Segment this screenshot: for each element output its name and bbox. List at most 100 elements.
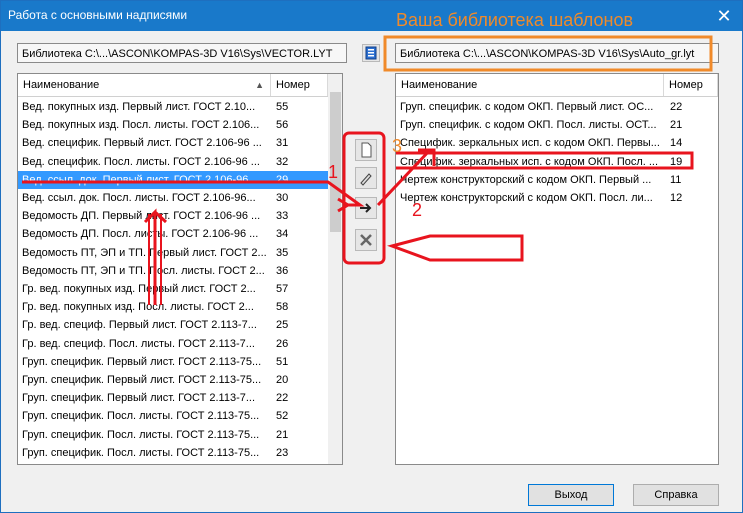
left-row-name: Груп. специфик. Первый лист. ГОСТ 2.113-… xyxy=(22,374,262,386)
left-scroll-thumb[interactable] xyxy=(330,92,341,232)
right-row-name: Специфик. зеркальных исп. с кодом ОКП. П… xyxy=(400,155,659,168)
left-table-row[interactable]: Ведомость ДП. Посл. листы. ГОСТ 2.106-96… xyxy=(18,225,328,243)
left-row-number: 21 xyxy=(276,428,289,441)
sort-arrow-icon: ▲ xyxy=(255,80,264,90)
left-col-name-label: Наименование xyxy=(23,79,100,91)
left-scrollbar[interactable] xyxy=(328,74,342,464)
right-row-number: 22 xyxy=(670,101,683,113)
left-table-row[interactable]: Гр. вед. специф. Первый лист. ГОСТ 2.113… xyxy=(18,316,328,334)
left-row-number: 26 xyxy=(276,337,289,350)
right-table-row[interactable]: Чертеж конструкторский с кодом ОКП. Посл… xyxy=(396,189,718,207)
left-row-number: 51 xyxy=(276,355,289,368)
left-template-list[interactable]: Наименование ▲ Номер Вед. покупных изд. … xyxy=(17,73,343,465)
left-table-row[interactable]: Ведомость ПТ, ЭП и ТП. Посл. листы. ГОСТ… xyxy=(18,262,328,280)
left-row-name: Груп. специфик. Посл. листы. ГОСТ 2.113-… xyxy=(22,446,260,459)
right-table-row[interactable]: Специфик. зеркальных исп. с кодом ОКП. П… xyxy=(396,134,718,152)
right-row-number: 14 xyxy=(670,137,683,150)
window-title: Работа с основными надписями xyxy=(8,8,188,22)
dialog-window: Работа с основными надписями ✕ Библиотек… xyxy=(0,0,743,513)
left-row-number: 34 xyxy=(276,228,289,241)
left-row-name: Гр. вед. покупных изд. Первый лист. ГОСТ… xyxy=(22,283,256,295)
left-row-name: Вед. ссыл. док. Первый лист. ГОСТ 2.106-… xyxy=(22,173,258,186)
left-row-name: Гр. вед. покупных изд. Посл. листы. ГОСТ… xyxy=(22,301,254,314)
left-row-number: 31 xyxy=(276,137,289,150)
left-row-name: Груп. специфик. Первый лист. ГОСТ 2.113-… xyxy=(22,392,256,405)
left-row-number: 23 xyxy=(276,446,289,459)
left-row-number: 56 xyxy=(276,119,289,132)
left-row-name: Вед. покупных изд. Первый лист. ГОСТ 2.1… xyxy=(22,101,256,113)
right-library-path: Библиотека C:\...\ASCON\KOMPAS-3D V16\Sy… xyxy=(395,43,719,63)
left-row-number: 30 xyxy=(276,192,289,204)
right-col-name-header[interactable]: Наименование xyxy=(396,74,664,96)
left-row-number: 52 xyxy=(276,410,289,423)
pencil-icon xyxy=(360,173,372,186)
help-button[interactable]: Справка xyxy=(633,484,719,506)
left-table-row[interactable]: Груп. специфик. Первый лист. ГОСТ 2.113-… xyxy=(18,389,328,407)
right-table-row[interactable]: Специфик. зеркальных исп. с кодом ОКП. П… xyxy=(396,153,718,171)
left-table-row[interactable]: Вед. покупных изд. Посл. листы. ГОСТ 2.1… xyxy=(18,116,328,134)
right-col-num-header[interactable]: Номер xyxy=(664,74,718,96)
left-table-row[interactable]: Ведомость ПТ, ЭП и ТП. Первый лист. ГОСТ… xyxy=(18,244,328,262)
left-row-name: Гр. вед. специф. Первый лист. ГОСТ 2.113… xyxy=(22,319,257,332)
left-table-row[interactable]: Груп. специфик. Посл. листы. ГОСТ 2.113-… xyxy=(18,444,328,462)
cross-icon xyxy=(360,234,372,246)
left-table-row[interactable]: Вед. ссыл. док. Посл. листы. ГОСТ 2.106-… xyxy=(18,189,328,207)
left-row-name: Ведомость ПТ, ЭП и ТП. Первый лист. ГОСТ… xyxy=(22,246,267,259)
left-row-number: 55 xyxy=(276,101,289,113)
left-row-number: 32 xyxy=(276,155,289,168)
exit-button[interactable]: Выход xyxy=(528,484,614,506)
left-row-name: Ведомость ДП. Посл. листы. ГОСТ 2.106-96… xyxy=(22,228,259,241)
left-table-row[interactable]: Вед. специфик. Первый лист. ГОСТ 2.106-9… xyxy=(18,134,328,152)
left-row-number: 36 xyxy=(276,264,289,277)
left-table-row[interactable]: Груп. специфик. Посл. листы. ГОСТ 2.113-… xyxy=(18,426,328,444)
left-row-name: Вед. специфик. Посл. листы. ГОСТ 2.106-9… xyxy=(22,155,260,168)
right-table-row[interactable]: Груп. специфик. с кодом ОКП. Посл. листы… xyxy=(396,116,718,134)
left-table-row[interactable]: Гр. вед. покупных изд. Первый лист. ГОСТ… xyxy=(18,280,328,298)
right-row-name: Специфик. зеркальных исп. с кодом ОКП. П… xyxy=(400,137,660,150)
left-row-name: Гр. вед. специф. Посл. листы. ГОСТ 2.113… xyxy=(22,337,255,350)
left-table-row[interactable]: Ведомость ДП. Первый лист. ГОСТ 2.106-96… xyxy=(18,207,328,225)
close-icon[interactable]: ✕ xyxy=(707,3,741,29)
right-row-number: 21 xyxy=(670,119,683,132)
left-table-row[interactable]: Груп. специфик. Посл. листы. ГОСТ 2.113-… xyxy=(18,462,328,464)
copy-template-button[interactable] xyxy=(355,197,377,219)
title-bar[interactable]: Работа с основными надписями ✕ xyxy=(1,1,742,31)
left-table-row[interactable]: Груп. специфик. Первый лист. ГОСТ 2.113-… xyxy=(18,371,328,389)
left-list-header: Наименование ▲ Номер xyxy=(18,74,328,97)
book-icon xyxy=(365,46,377,60)
left-table-row[interactable]: Груп. специфик. Посл. листы. ГОСТ 2.113-… xyxy=(18,407,328,425)
left-table-row[interactable]: Вед. ссыл. док. Первый лист. ГОСТ 2.106-… xyxy=(18,170,328,189)
right-table-row[interactable]: Чертеж конструкторский с кодом ОКП. Перв… xyxy=(396,171,718,189)
right-row-name: Груп. специфик. с кодом ОКП. Первый лист… xyxy=(400,101,654,113)
left-row-number: 35 xyxy=(276,246,289,259)
left-col-name-header[interactable]: Наименование ▲ xyxy=(18,74,271,96)
left-col-num-header[interactable]: Номер xyxy=(271,74,328,96)
right-template-list[interactable]: Наименование Номер Груп. специфик. с код… xyxy=(395,73,719,465)
right-row-number: 11 xyxy=(670,173,682,186)
right-row-number: 19 xyxy=(670,155,683,168)
template-toolbar xyxy=(353,139,381,259)
page-icon xyxy=(361,142,372,158)
left-library-path: Библиотека C:\...\ASCON\KOMPAS-3D V16\Sy… xyxy=(17,43,347,63)
right-col-name-label: Наименование xyxy=(401,79,478,91)
left-table-row[interactable]: Гр. вед. покупных изд. Посл. листы. ГОСТ… xyxy=(18,298,328,316)
right-list-header: Наименование Номер xyxy=(396,74,718,97)
left-row-name: Вед. покупных изд. Посл. листы. ГОСТ 2.1… xyxy=(22,119,260,132)
left-table-row[interactable]: Вед. покупных изд. Первый лист. ГОСТ 2.1… xyxy=(18,98,328,116)
new-template-button[interactable] xyxy=(355,139,377,161)
left-table-row[interactable]: Вед. специфик. Посл. листы. ГОСТ 2.106-9… xyxy=(18,153,328,171)
left-row-name: Груп. специфик. Первый лист. ГОСТ 2.113-… xyxy=(22,355,262,368)
left-row-number: 58 xyxy=(276,301,289,314)
right-row-name: Чертеж конструкторский с кодом ОКП. Перв… xyxy=(400,173,652,186)
left-row-name: Ведомость ПТ, ЭП и ТП. Посл. листы. ГОСТ… xyxy=(22,264,265,277)
arrow-right-icon xyxy=(360,203,372,213)
edit-template-button[interactable] xyxy=(355,167,377,189)
left-table-row[interactable]: Гр. вед. специф. Посл. листы. ГОСТ 2.113… xyxy=(18,335,328,353)
left-table-row[interactable]: Груп. специфик. Первый лист. ГОСТ 2.113-… xyxy=(18,353,328,371)
right-table-row[interactable]: Груп. специфик. с кодом ОКП. Первый лист… xyxy=(396,98,718,116)
left-row-number: 24 xyxy=(276,462,288,464)
library-select-button[interactable] xyxy=(362,44,380,62)
delete-template-button[interactable] xyxy=(355,229,377,251)
left-row-number: 25 xyxy=(276,319,289,332)
left-row-name: Груп. специфик. Посл. листы. ГОСТ 2.113-… xyxy=(22,462,267,464)
